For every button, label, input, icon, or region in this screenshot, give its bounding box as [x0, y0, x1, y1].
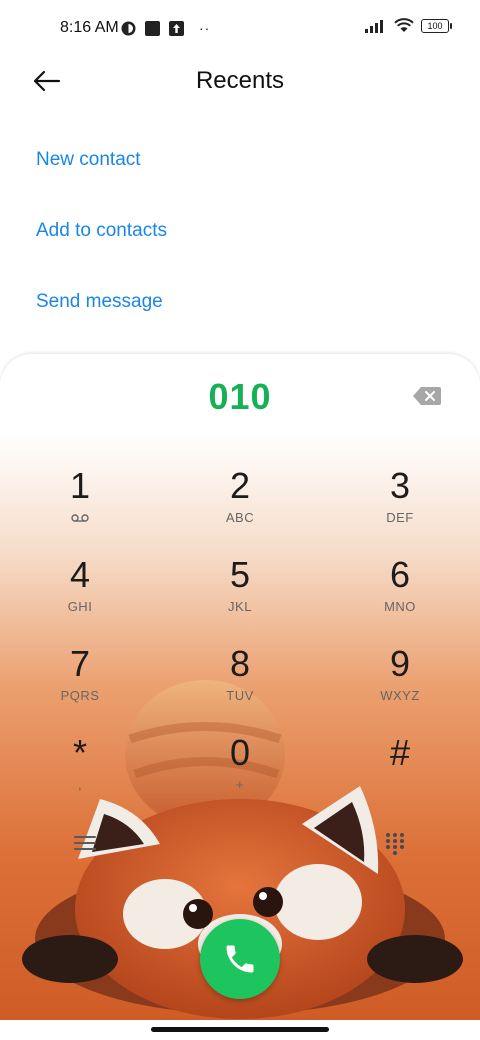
status-time: 8:16 AM — [60, 19, 119, 36]
more-dots-icon: ·· — [199, 20, 211, 36]
status-system-icons: 100 — [365, 18, 452, 33]
key-letters: MNO — [384, 599, 416, 614]
add-to-contacts-link[interactable]: Add to contacts — [36, 220, 167, 242]
menu-button[interactable] — [74, 834, 96, 852]
backspace-icon — [413, 387, 441, 405]
status-notification-icons: ·· — [121, 20, 210, 36]
key-star[interactable]: * , — [20, 733, 140, 811]
phone-icon — [226, 945, 254, 973]
key-letters: PQRS — [60, 688, 100, 703]
key-6[interactable]: 6 MNO — [340, 555, 460, 633]
square-icon — [145, 20, 160, 36]
key-5[interactable]: 5 JKL — [180, 555, 300, 633]
key-letters: TUV — [226, 688, 254, 703]
key-3[interactable]: 3 DEF — [340, 466, 460, 544]
key-1[interactable]: 1 — [20, 466, 140, 544]
key-digit: 4 — [69, 554, 91, 595]
wifi-icon — [394, 18, 414, 32]
key-digit: 1 — [69, 465, 91, 506]
dialer-panel: 010 1 2 ABC 3 DEF 4 GHI 5 JKL 6 MNO 7 PQ… — [0, 354, 480, 1020]
home-indicator[interactable] — [151, 1027, 329, 1032]
key-2[interactable]: 2 ABC — [180, 466, 300, 544]
upload-icon — [169, 20, 184, 36]
notification-app-icon — [121, 21, 136, 35]
key-digit: * — [72, 732, 87, 773]
key-letters: WXYZ — [380, 688, 420, 703]
key-letters: ABC — [225, 510, 255, 525]
key-digit: 5 — [229, 554, 251, 595]
voicemail-icon — [20, 510, 140, 525]
key-7[interactable]: 7 PQRS — [20, 644, 140, 722]
menu-icon — [74, 836, 96, 850]
key-digit: 2 — [229, 465, 251, 506]
key-letters: , — [77, 777, 83, 792]
send-message-link[interactable]: Send message — [36, 291, 163, 313]
key-letters: DEF — [386, 510, 414, 525]
key-letters: JKL — [228, 599, 252, 614]
key-digit: 9 — [389, 643, 411, 684]
key-digit: 6 — [389, 554, 411, 595]
key-0[interactable]: 0 + — [180, 733, 300, 811]
key-digit: # — [389, 732, 411, 773]
key-digit: 7 — [69, 643, 91, 684]
key-4[interactable]: 4 GHI — [20, 555, 140, 633]
call-button[interactable] — [200, 919, 280, 999]
page-title: Recents — [195, 67, 285, 94]
keypad-toggle-button[interactable] — [385, 832, 405, 856]
keypad-icon — [386, 833, 404, 855]
key-letters: GHI — [67, 599, 93, 614]
battery-icon: 100 — [421, 18, 452, 33]
key-8[interactable]: 8 TUV — [180, 644, 300, 722]
key-digit: 0 — [229, 732, 251, 773]
key-hash[interactable]: # — [340, 733, 460, 811]
key-digit: 3 — [389, 465, 411, 506]
new-contact-link[interactable]: New contact — [36, 149, 141, 171]
status-bar: 8:16 AM ·· 100 — [0, 0, 480, 56]
key-letters: + — [235, 777, 245, 792]
dialed-number: 010 — [208, 376, 272, 417]
backspace-button[interactable] — [413, 387, 441, 405]
signal-icon — [365, 19, 383, 33]
key-digit: 8 — [229, 643, 251, 684]
key-9[interactable]: 9 WXYZ — [340, 644, 460, 722]
